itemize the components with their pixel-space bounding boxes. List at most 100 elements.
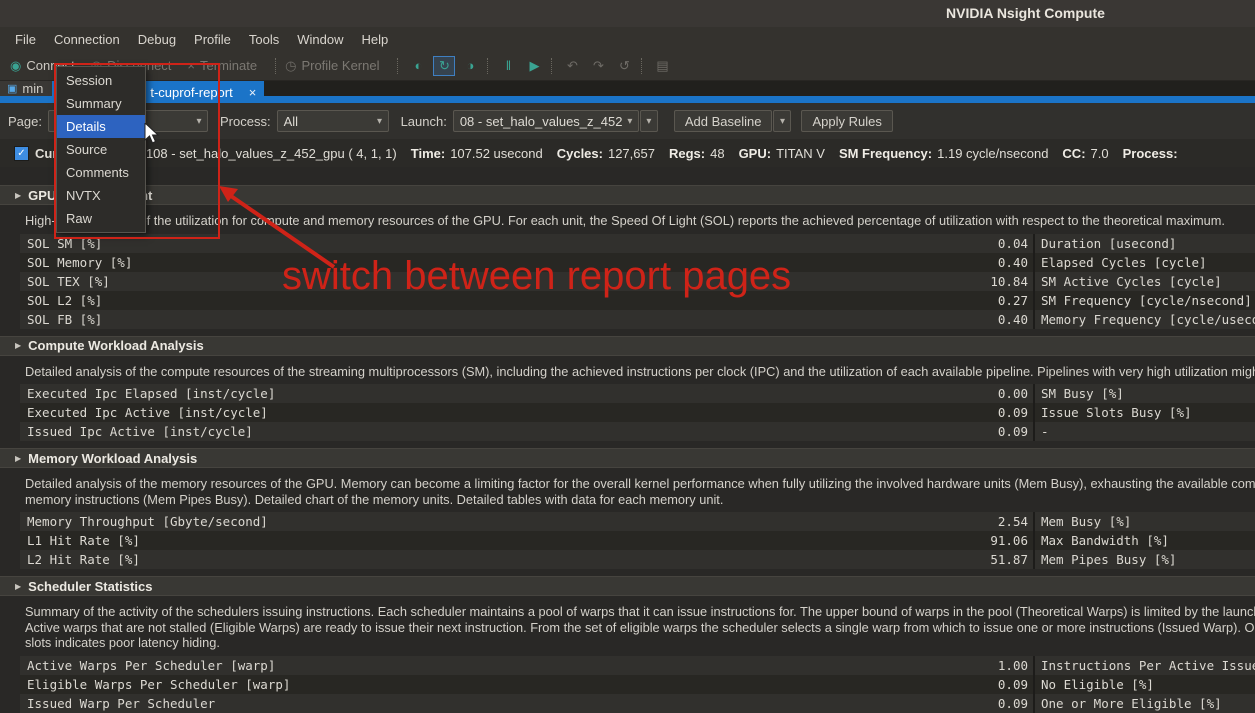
chevron-down-icon: ▾ xyxy=(774,116,790,127)
resume-button[interactable]: ▶ xyxy=(523,56,545,76)
kernel-stat-value: 1.19 cycle/nsecond xyxy=(937,146,1048,161)
table-row[interactable]: Executed Ipc Active [inst/cycle]0.09Issu… xyxy=(20,403,1255,422)
kernel-stat: Process: xyxy=(1123,146,1178,161)
process-select[interactable]: All ▾ xyxy=(277,110,389,132)
section-header[interactable]: ▶Memory Workload Analysis xyxy=(0,448,1255,468)
profile-mode-button[interactable]: ↻ xyxy=(433,56,455,76)
table-row[interactable]: Issued Ipc Active [inst/cycle]0.09- xyxy=(20,422,1255,441)
table-row[interactable]: SOL FB [%]0.40Memory Frequency [cycle/us… xyxy=(20,310,1255,329)
metric-value: 10.84 xyxy=(857,272,1028,291)
kernel-stat-value: 7.0 xyxy=(1091,146,1109,161)
section-title: Scheduler Statistics xyxy=(28,579,152,594)
menu-item-help[interactable]: Help xyxy=(353,29,398,50)
metric-name: L1 Hit Rate [%] xyxy=(20,531,857,550)
metric-value: 0.40 xyxy=(857,253,1028,272)
auto-profile-button[interactable]: ◐ xyxy=(407,56,429,76)
table-row[interactable]: Executed Ipc Elapsed [inst/cycle]0.00SM … xyxy=(20,384,1255,403)
kernel-stat-label: Cycles: xyxy=(557,146,603,161)
page-label: Page: xyxy=(8,114,42,129)
description-line: Active warps that are not stalled (Eligi… xyxy=(25,620,1255,636)
run-to-next-api-call-button[interactable]: ↶ xyxy=(561,56,583,76)
metric-value: 0.00 xyxy=(857,384,1028,403)
kernel-stat-value: 107.52 usecond xyxy=(450,146,543,161)
run-to-next-range-button[interactable]: ↷ xyxy=(587,56,609,76)
add-baseline-button[interactable]: Add Baseline xyxy=(674,110,773,132)
metric-name-2: No Eligible [%] xyxy=(1035,675,1255,694)
launch-options-button[interactable]: ▾ xyxy=(640,110,658,132)
profile-mode-icon: ↻ xyxy=(439,59,450,72)
metric-name-2: SM Active Cycles [cycle] xyxy=(1035,272,1255,291)
table-row[interactable]: Eligible Warps Per Scheduler [warp]0.09 N… xyxy=(20,675,1255,694)
section-description: Detailed analysis of the compute resourc… xyxy=(0,356,1255,385)
chevron-down-icon: ▾ xyxy=(641,116,657,127)
apply-rules-label: Apply Rules xyxy=(812,114,881,129)
metric-name-2: SM Frequency [cycle/nsecond] xyxy=(1035,291,1255,310)
menu-item-profile[interactable]: Profile xyxy=(185,29,240,50)
api-statistics-button[interactable]: ▤ xyxy=(651,56,673,76)
metric-value: 91.06 xyxy=(857,531,1028,550)
table-row[interactable]: L2 Hit Rate [%]51.87Mem Pipes Busy [%] xyxy=(20,550,1255,569)
launch-select[interactable]: 08 - set_halo_values_z_452_gpu ▾ xyxy=(453,110,639,132)
section-title: Compute Workload Analysis xyxy=(28,338,204,353)
pause-button[interactable]: ‖ xyxy=(497,56,519,76)
auto-profile-icon: ◐ xyxy=(415,59,423,72)
kernel-stat-value: TITAN V xyxy=(776,146,825,161)
kernel-checkbox[interactable]: ✓ xyxy=(14,146,29,161)
tab-label: min xyxy=(22,81,43,96)
metric-name: Active Warps Per Scheduler [warp] xyxy=(20,656,857,675)
menu-item-tools[interactable]: Tools xyxy=(240,29,288,50)
kernel-stat: CC:7.0 xyxy=(1062,146,1108,161)
menu-item-debug[interactable]: Debug xyxy=(129,29,185,50)
toolbar-separator xyxy=(551,58,552,74)
section-header[interactable]: ▶ Scheduler Statistics xyxy=(0,576,1255,596)
table-row[interactable]: Issued Warp Per Scheduler0.09One or More… xyxy=(20,694,1255,713)
metric-name: Eligible Warps Per Scheduler [warp] xyxy=(20,675,857,694)
occupancy-button[interactable]: ◑ xyxy=(459,56,481,76)
expand-icon[interactable]: ▶ xyxy=(15,191,21,200)
metric-name: SOL FB [%] xyxy=(20,310,857,329)
run-to-next-range-icon: ↷ xyxy=(593,59,604,72)
metric-value: 0.09 xyxy=(857,675,1028,694)
table-row[interactable]: L1 Hit Rate [%]91.06 Max Bandwidth [%] xyxy=(20,531,1255,550)
metric-name-2: Instructions Per Active Issue Slot [inst… xyxy=(1035,656,1255,675)
section-header[interactable]: ▶ Compute Workload Analysis xyxy=(0,336,1255,356)
metric-name: Executed Ipc Elapsed [inst/cycle] xyxy=(20,384,857,403)
add-baseline-dropdown[interactable]: ▾ xyxy=(773,110,791,132)
metric-value: 2.54 xyxy=(857,512,1028,531)
resume-icon: ▶ xyxy=(529,59,539,72)
metric-name-2: Issue Slots Busy [%] xyxy=(1035,403,1255,422)
expand-icon[interactable]: ▶ xyxy=(15,341,21,350)
kernel-stat-label: GPU: xyxy=(739,146,772,161)
apply-rules-button[interactable]: Apply Rules xyxy=(801,110,892,132)
connect-icon: ◉ xyxy=(10,59,21,72)
table-row[interactable]: Active Warps Per Scheduler [warp]1.00 Ins… xyxy=(20,656,1255,675)
section-description: Summary of the activity of the scheduler… xyxy=(0,596,1255,656)
profile-kernel-label: Profile Kernel xyxy=(301,58,379,73)
metric-value: 51.87 xyxy=(857,550,1028,569)
tab-report-1[interactable]: ▣ min xyxy=(0,81,52,96)
kernel-stat-label: Time: xyxy=(411,146,445,161)
metric-name-2: Max Bandwidth [%] xyxy=(1035,531,1255,550)
menu-item-connection[interactable]: Connection xyxy=(45,29,129,50)
table-row[interactable]: Memory Throughput [Gbyte/second]2.54Mem … xyxy=(20,512,1255,531)
expand-icon[interactable]: ▶ xyxy=(15,582,21,591)
metric-value: 1.00 xyxy=(857,656,1028,675)
expand-icon[interactable]: ▶ xyxy=(15,454,21,463)
run-to-next-api-call-icon: ↶ xyxy=(567,59,578,72)
metric-name-2: One or More Eligible [%] xyxy=(1035,694,1255,713)
tab-close-icon[interactable]: × xyxy=(249,85,257,100)
metric-name-2: Elapsed Cycles [cycle] xyxy=(1035,253,1255,272)
profile-kernel-button[interactable]: ◷ Profile Kernel xyxy=(285,58,379,73)
kernel-stat-label: Regs: xyxy=(669,146,705,161)
metric-value: 0.09 xyxy=(857,422,1028,441)
metric-name-2: Duration [usecond] xyxy=(1035,234,1255,253)
metric-value: 0.40 xyxy=(857,310,1028,329)
kernel-stat-value: 127,657 xyxy=(608,146,655,161)
run-to-next-kernel-button[interactable]: ↺ xyxy=(613,56,635,76)
kernel-stat: SM Frequency:1.19 cycle/nsecond xyxy=(839,146,1048,161)
process-select-value: All xyxy=(278,114,372,129)
process-label: Process: xyxy=(220,114,271,129)
chevron-down-icon: ▾ xyxy=(372,116,388,127)
menu-item-window[interactable]: Window xyxy=(288,29,352,50)
menu-item-file[interactable]: File xyxy=(6,29,45,50)
